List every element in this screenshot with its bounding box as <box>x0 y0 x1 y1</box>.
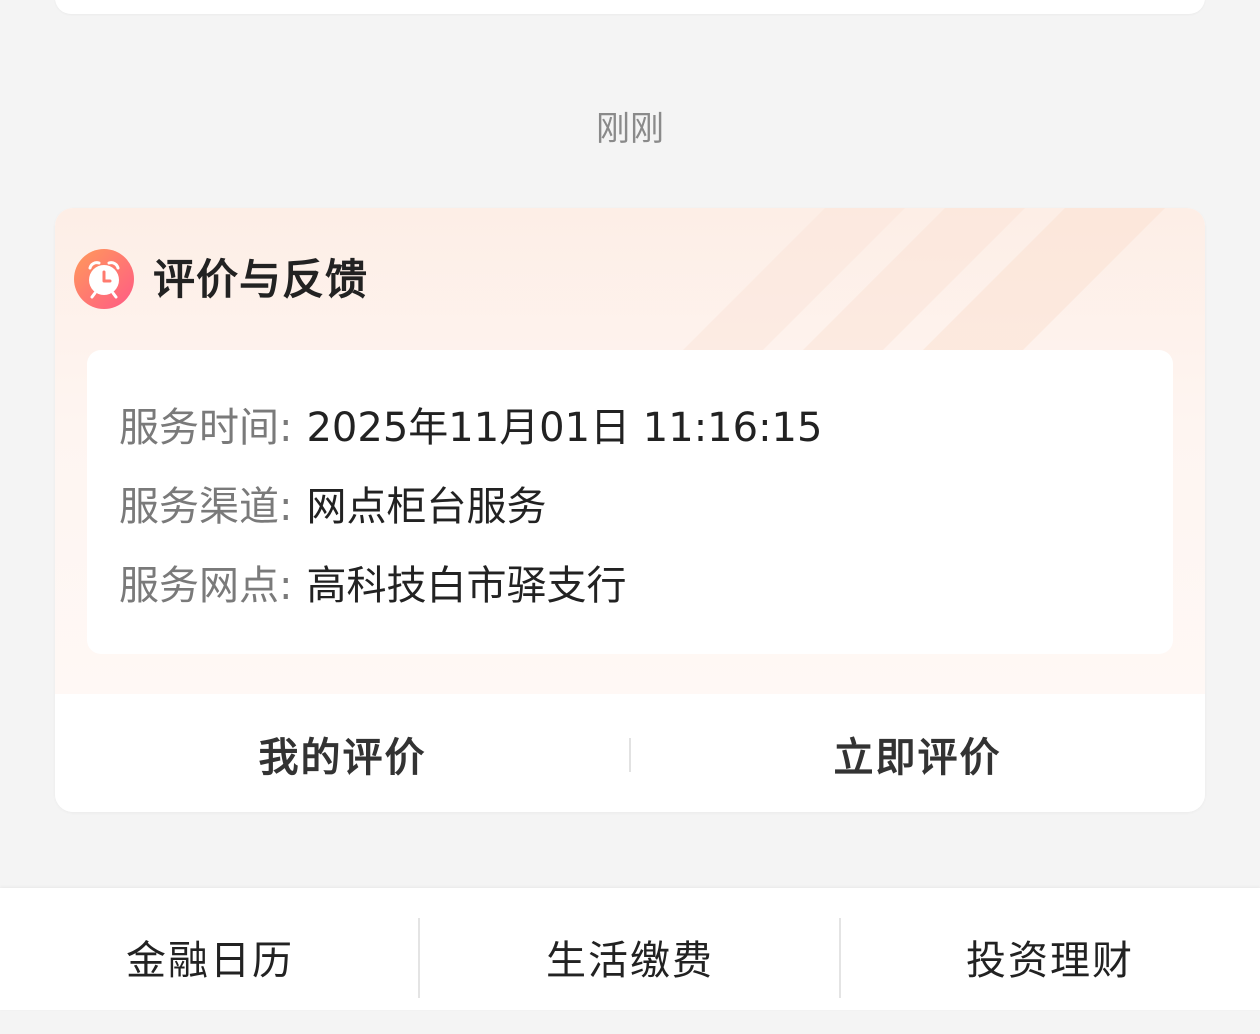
card-header-area: 评价与反馈 服务时间: 2025年11月01日 11:16:15 服务渠道: 网点柜… <box>55 208 1205 694</box>
service-channel-label: 服务渠道: <box>119 484 293 530</box>
service-branch-value: 高科技白市驿支行 <box>306 563 627 609</box>
card-title: 评价与反馈 <box>153 255 369 304</box>
menu-item-investment[interactable]: 投资理财 <box>840 888 1260 1010</box>
card-actions: 我的评价 立即评价 <box>55 694 1205 812</box>
previous-card <box>55 0 1205 14</box>
service-channel-row: 服务渠道: 网点柜台服务 <box>119 479 546 535</box>
service-branch-row: 服务网点: 高科技白市驿支行 <box>119 558 626 614</box>
bottom-menu-bar: 金融日历 生活缴费 投资理财 <box>0 888 1260 1010</box>
service-time-label: 服务时间: <box>119 405 293 451</box>
service-info-box: 服务时间: 2025年11月01日 11:16:15 服务渠道: 网点柜台服务 服务… <box>87 350 1173 654</box>
service-time-row: 服务时间: 2025年11月01日 11:16:15 <box>119 400 822 456</box>
menu-item-financial-calendar[interactable]: 金融日历 <box>0 888 420 1010</box>
my-review-button[interactable]: 我的评价 <box>55 694 630 812</box>
service-channel-value: 网点柜台服务 <box>306 484 547 530</box>
alarm-clock-icon <box>74 249 134 309</box>
message-timestamp: 刚刚 <box>596 109 664 149</box>
service-time-value: 2025年11月01日 11:16:15 <box>306 405 823 451</box>
feedback-card: 评价与反馈 服务时间: 2025年11月01日 11:16:15 服务渠道: 网点柜… <box>55 208 1205 812</box>
menu-item-life-payment[interactable]: 生活缴费 <box>420 888 840 1010</box>
service-branch-label: 服务网点: <box>119 563 293 609</box>
review-now-button[interactable]: 立即评价 <box>630 694 1205 812</box>
